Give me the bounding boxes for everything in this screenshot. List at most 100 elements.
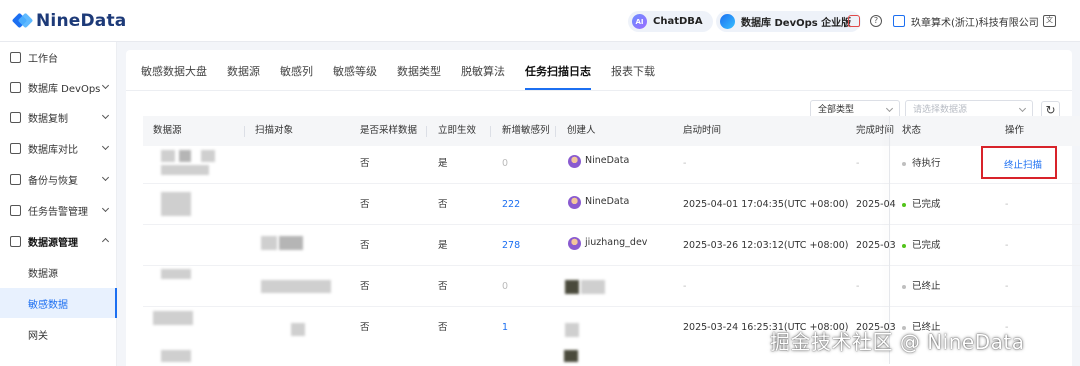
sidebar-item-compare[interactable]: 数据库对比	[0, 133, 117, 163]
language-switch-icon[interactable]: 文	[1043, 15, 1056, 27]
tab-dashboard[interactable]: 敏感数据大盘	[141, 62, 207, 90]
redacted-datasource	[161, 350, 191, 362]
redacted-scan-object	[279, 236, 303, 250]
sidebar-item-label: 工作台	[28, 53, 58, 65]
redacted-datasource	[161, 150, 175, 162]
redacted-datasource	[161, 269, 191, 279]
tab-data-types[interactable]: 数据类型	[397, 62, 441, 90]
new-columns-cell: 0	[502, 281, 509, 292]
immediate-cell: 否	[438, 199, 448, 210]
sidebar-subitem-label: 敏感数据	[28, 299, 68, 311]
redacted-datasource	[179, 150, 191, 162]
database-icon	[10, 81, 21, 93]
avatar	[568, 196, 581, 209]
creator-cell: NineData	[585, 196, 630, 207]
immediate-cell: 是	[438, 158, 448, 169]
status-label: 已完成	[912, 199, 941, 210]
tab-report-download[interactable]: 报表下载	[611, 62, 655, 90]
column-header-immediate: 立即生效	[438, 125, 477, 136]
sidebar-subitem-sensitive-data[interactable]: 敏感数据	[0, 288, 117, 318]
edition-badge[interactable]: 数据库 DevOps 企业版	[716, 11, 862, 32]
sidebar-item-workbench[interactable]: 工作台	[0, 42, 117, 72]
copy-icon	[10, 111, 21, 123]
action-cell: -	[1005, 199, 1009, 210]
notification-icon[interactable]	[848, 15, 860, 27]
sidebar-subitem-gateway[interactable]: 网关	[0, 319, 117, 349]
watermark: 掘金技术社区 @ NineData	[770, 330, 1025, 354]
devops-icon	[720, 14, 735, 29]
chevron-down-icon	[101, 142, 110, 151]
redacted-datasource	[201, 150, 215, 162]
immediate-cell: 否	[438, 281, 448, 292]
status-dot	[902, 284, 906, 289]
status-label: 已终止	[912, 281, 941, 292]
chevron-down-icon	[101, 81, 110, 90]
sidebar-item-label: 任务告警管理	[28, 206, 88, 218]
new-columns-link[interactable]: 1	[502, 307, 508, 348]
redacted-creator-avatar	[564, 350, 578, 362]
compare-icon	[10, 142, 21, 154]
redacted-datasource	[153, 311, 193, 325]
brand-logo[interactable]: NineData	[11, 11, 126, 31]
new-columns-link[interactable]: 222	[502, 184, 520, 225]
column-divider	[426, 126, 427, 137]
chevron-down-icon	[1018, 104, 1027, 113]
chatdba-button[interactable]: AI ChatDBA	[628, 11, 713, 32]
sidebar: 工作台 数据库 DevOps 数据复制 数据库对比 备份与恢复 任务告警管理 数…	[0, 42, 117, 366]
start-time-cell: 2025-04-01 17:04:35(UTC +08:00)	[683, 199, 849, 210]
redacted-scan-object	[291, 323, 305, 336]
sidebar-subitem-datasource[interactable]: 数据源	[0, 257, 117, 287]
tab-sensitive-levels[interactable]: 敏感等级	[333, 62, 377, 90]
home-icon	[10, 51, 21, 63]
action-cell: -	[1005, 281, 1009, 292]
sidebar-item-backup[interactable]: 备份与恢复	[0, 164, 117, 194]
chevron-up-icon	[101, 237, 110, 246]
sidebar-item-datasource-management[interactable]: 数据源管理	[0, 226, 117, 256]
sample-cell: 否	[360, 199, 370, 210]
finish-time-cell: -	[856, 158, 860, 169]
column-header-new-columns: 新增敏感列	[502, 125, 550, 136]
creator-cell: NineData	[585, 155, 630, 166]
sidebar-item-label: 数据复制	[28, 113, 68, 125]
sidebar-item-label: 数据源管理	[28, 237, 78, 249]
redacted-scan-object	[261, 280, 331, 293]
status-dot	[902, 243, 906, 248]
sample-cell: 否	[360, 240, 370, 251]
chevron-down-icon	[101, 111, 110, 120]
top-bar: NineData AI ChatDBA 数据库 DevOps 企业版 ? 玖章算…	[0, 0, 1080, 42]
tab-scan-logs[interactable]: 任务扫描日志	[525, 62, 591, 90]
redacted-datasource	[161, 165, 209, 175]
sidebar-item-devops[interactable]: 数据库 DevOps	[0, 72, 117, 102]
finish-time-cell: -	[856, 281, 860, 292]
sidebar-item-label: 数据库 DevOps	[28, 83, 101, 95]
ai-icon: AI	[632, 14, 647, 29]
sidebar-item-alerts[interactable]: 任务告警管理	[0, 195, 117, 225]
tab-datasource[interactable]: 数据源	[227, 62, 260, 90]
edition-label: 数据库 DevOps 企业版	[741, 18, 852, 29]
sample-cell: 否	[360, 322, 370, 333]
status-label: 待执行	[912, 158, 941, 169]
column-header-sample: 是否采样数据	[360, 125, 418, 136]
datasource-filter-placeholder: 请选择数据源	[913, 105, 968, 115]
alarm-icon	[10, 204, 21, 216]
column-divider	[490, 126, 491, 137]
tab-masking-algorithms[interactable]: 脱敏算法	[461, 62, 505, 90]
immediate-cell: 否	[438, 322, 448, 333]
tab-sensitive-columns[interactable]: 敏感列	[280, 62, 313, 90]
status-dot	[902, 202, 906, 207]
stop-scan-link[interactable]: 终止扫描	[1004, 157, 1042, 171]
creator-cell: jiuzhang_dev	[585, 237, 648, 248]
chevron-down-icon	[101, 173, 110, 182]
organization-name[interactable]: 玖章算术(浙江)科技有限公司	[911, 14, 1039, 29]
sample-cell: 否	[360, 281, 370, 292]
help-icon[interactable]: ?	[870, 15, 882, 27]
organization-icon	[893, 15, 905, 27]
status-dot	[902, 161, 906, 166]
action-cell: -	[1005, 240, 1009, 251]
new-columns-link[interactable]: 278	[502, 225, 520, 266]
start-time-cell: 2025-03-26 12:03:12(UTC +08:00)	[683, 240, 849, 251]
status-badge: 已终止	[902, 266, 941, 307]
status-badge: 待执行	[902, 143, 941, 184]
column-header-start-time: 启动时间	[683, 125, 722, 136]
sidebar-item-replication[interactable]: 数据复制	[0, 102, 117, 132]
